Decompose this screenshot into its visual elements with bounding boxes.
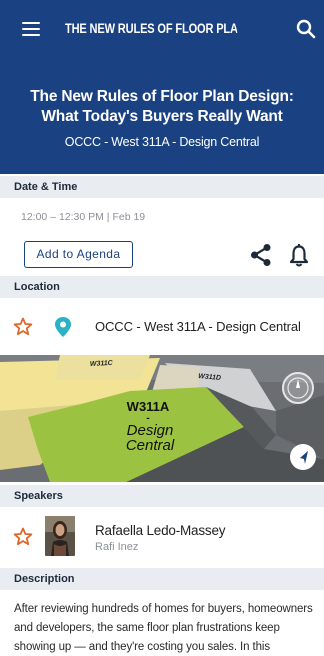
session-description: After reviewing hundreds of homes for bu… [14, 603, 313, 653]
compass-icon[interactable] [282, 372, 314, 404]
share-icon[interactable] [250, 243, 272, 267]
venue-map-graphic: W311C W311D W311A - Design Central [0, 355, 324, 482]
map-label-room: W311A [127, 399, 170, 414]
room-w311c [55, 355, 150, 380]
app-bar-title: THE NEW RULES OF FLOOR PLAN DESIGN:... [65, 21, 238, 36]
navigation-arrow-icon[interactable] [290, 444, 316, 470]
session-location: OCCC - West 311A - Design Central [64, 135, 260, 149]
speaker-organization: Rafi Inez [95, 541, 139, 553]
speaker-avatar [45, 516, 75, 556]
add-to-agenda-button[interactable]: Add to Agenda [24, 241, 133, 268]
session-datetime: 12:00 – 12:30 PM | Feb 19 [21, 211, 146, 223]
location-name: OCCC - West 311A - Design Central [95, 319, 301, 334]
section-header-location: Location [0, 276, 324, 298]
bell-icon[interactable] [289, 243, 309, 267]
speaker-name: Rafaella Ledo-Massey [95, 523, 226, 538]
section-header-speakers: Speakers [0, 485, 324, 507]
map-label-central: Central [126, 437, 175, 454]
search-icon[interactable] [296, 19, 316, 39]
section-header-description: Description [0, 568, 324, 590]
session-header: The New Rules of Floor Plan Design: What… [0, 56, 324, 174]
star-outline-icon[interactable] [13, 317, 33, 337]
map-pin-icon [55, 317, 71, 337]
hamburger-menu-icon[interactable] [22, 22, 40, 36]
speaker-row[interactable]: Rafaella Ledo-Massey Rafi Inez [0, 509, 324, 561]
star-outline-icon[interactable] [13, 527, 33, 547]
venue-map[interactable]: W311C W311D W311A - Design Central [0, 355, 324, 482]
location-row[interactable]: OCCC - West 311A - Design Central [0, 307, 324, 347]
app-bar: THE NEW RULES OF FLOOR PLAN DESIGN:... [0, 0, 324, 56]
session-title: The New Rules of Floor Plan Design: What… [30, 88, 294, 125]
map-label-w311c: W311C [90, 360, 114, 368]
section-header-date-time: Date & Time [0, 176, 324, 198]
